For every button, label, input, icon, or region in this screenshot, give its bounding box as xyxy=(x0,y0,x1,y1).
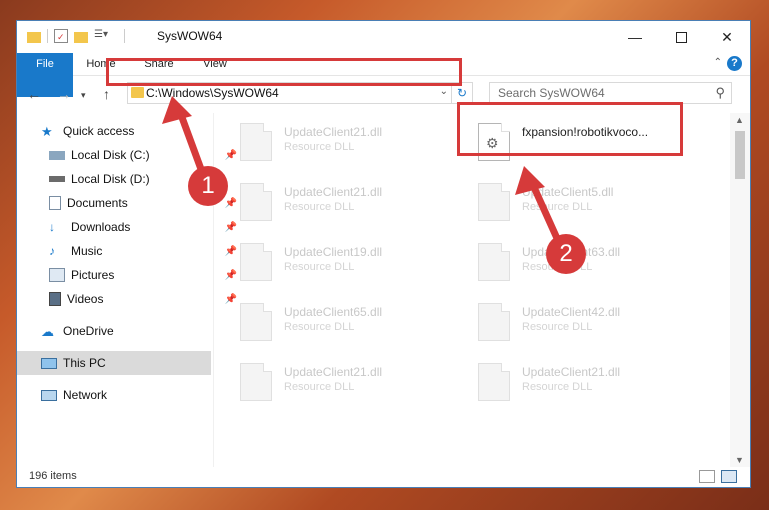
step-2-badge: 2 xyxy=(546,234,586,274)
step-1-badge: 1 xyxy=(188,166,228,206)
arrow-1-head xyxy=(162,96,192,124)
arrow-2-head xyxy=(515,166,545,195)
annotation-arrows xyxy=(162,96,564,247)
